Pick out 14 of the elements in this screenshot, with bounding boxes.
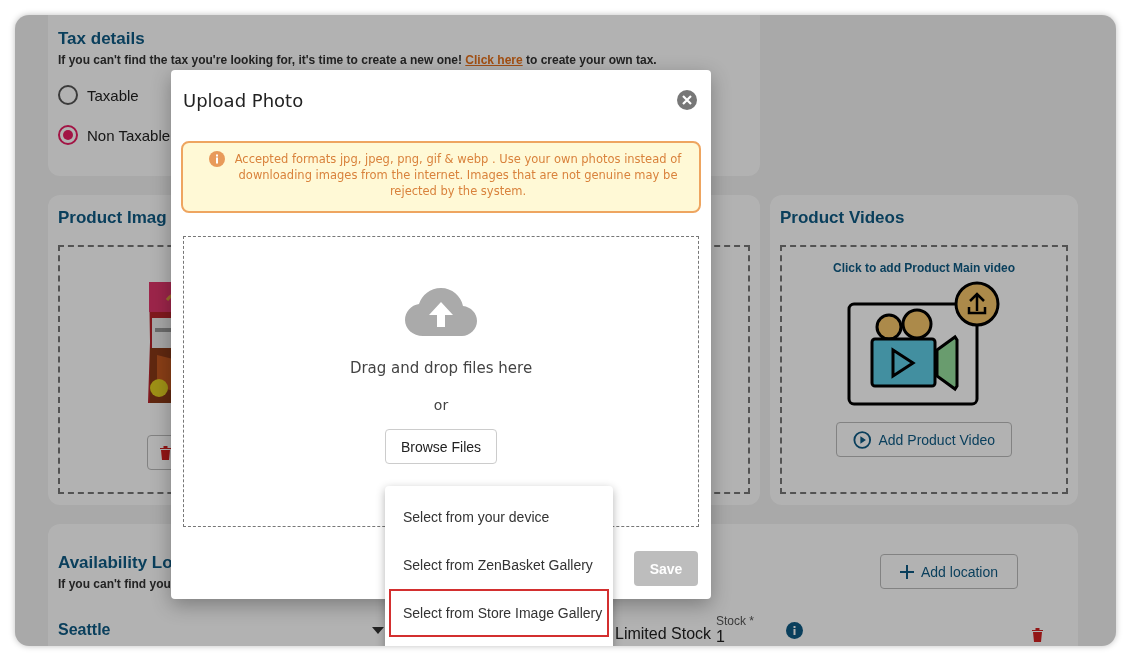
- section-description: If you can't find you: [58, 577, 172, 591]
- or-text: or: [433, 397, 449, 413]
- field-label: Stock *: [716, 614, 755, 628]
- section-title: Product Videos: [780, 208, 906, 228]
- section-title: Tax details: [58, 29, 146, 49]
- section-title: Product Imag: [58, 208, 168, 228]
- radio-label: Taxable: [87, 86, 139, 104]
- radio-label: Non Taxable: [87, 126, 171, 144]
- notice-text: Accepted formats jpg, jpeg, png, gif & webp . Use your own photos instead of downloading images from the internet. Images that are not genuine may be rejected by the system.: [233, 151, 683, 199]
- upload-hint: Click to add Product Main video: [833, 261, 1015, 275]
- section-description: If you can't find the tax you're looking for, it's time to create a new one! Click here to create your own tax.: [58, 53, 658, 67]
- dialog-title: Upload Photo: [183, 89, 304, 111]
- location-name: Seattle: [58, 621, 112, 639]
- drop-hint: Drag and drop files here: [349, 359, 533, 377]
